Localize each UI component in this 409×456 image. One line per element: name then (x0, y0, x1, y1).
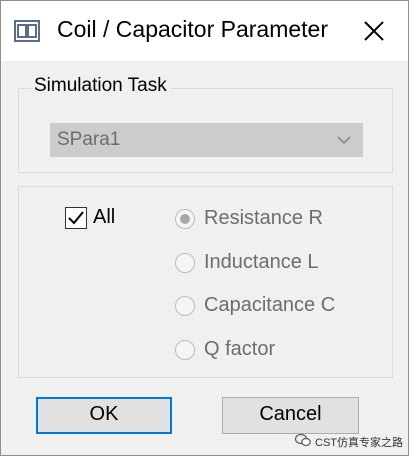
simulation-task-group: Simulation Task SPara1 (18, 75, 393, 173)
radio-label: Q factor (204, 338, 276, 360)
radio-label: Resistance R (204, 207, 323, 229)
radio-capacitance[interactable]: Capacitance C (175, 294, 375, 320)
radio-button[interactable] (175, 340, 195, 360)
radio-resistance[interactable]: Resistance R (175, 207, 375, 233)
simulation-task-label: Simulation Task (31, 75, 170, 97)
radio-button[interactable] (175, 253, 195, 273)
window-title: Coil / Capacitor Parameter (57, 16, 328, 42)
simulation-task-value: SPara1 (57, 129, 121, 150)
all-checkbox-row[interactable]: All (65, 206, 145, 232)
ok-button[interactable]: OK (36, 397, 172, 434)
close-icon (364, 21, 384, 41)
close-button[interactable] (356, 13, 392, 49)
coil-app-icon (14, 18, 40, 44)
radio-label: Capacitance C (204, 294, 336, 316)
simulation-task-select[interactable]: SPara1 (50, 123, 363, 157)
all-checkbox[interactable] (65, 207, 87, 229)
title-bar: Coil / Capacitor Parameter (1, 1, 408, 61)
radio-button[interactable] (175, 296, 195, 316)
radio-selected-dot (180, 214, 190, 224)
cancel-button[interactable]: Cancel (222, 397, 359, 434)
radio-label: Inductance L (204, 251, 319, 273)
checkmark-icon (68, 211, 84, 225)
watermark-text: CST仿真专家之路 (315, 437, 403, 449)
dialog-window: Coil / Capacitor Parameter Simulation Ta… (0, 0, 409, 456)
chevron-down-icon (336, 133, 352, 147)
radio-q-factor[interactable]: Q factor (175, 338, 375, 364)
all-checkbox-label: All (93, 206, 116, 228)
parameter-options-group: All Resistance R Inductance L Capacitanc… (18, 186, 393, 378)
wechat-icon (294, 433, 311, 447)
watermark: CST仿真专家之路 (294, 431, 407, 451)
radio-button[interactable] (175, 209, 195, 229)
radio-inductance[interactable]: Inductance L (175, 251, 375, 277)
